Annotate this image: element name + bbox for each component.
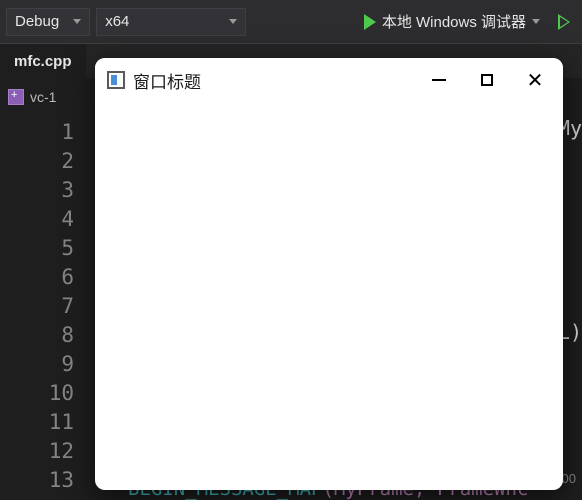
app-icon — [107, 71, 125, 89]
line-number: 2 — [0, 147, 74, 176]
tab-label: mfc.cpp — [14, 53, 72, 70]
line-number-gutter: 1 2 3 4 5 6 7 8 9 10 11 12 13 — [0, 116, 88, 500]
platform-label: x64 — [105, 13, 129, 30]
line-number: 1 — [0, 118, 74, 147]
start-without-debug-button[interactable] — [552, 10, 576, 34]
minimize-icon — [432, 79, 446, 81]
chevron-down-icon — [73, 19, 81, 24]
line-number: 11 — [0, 408, 74, 437]
play-outline-icon — [558, 14, 570, 30]
maximize-button[interactable] — [463, 58, 511, 102]
line-number: 9 — [0, 350, 74, 379]
line-number: 8 — [0, 321, 74, 350]
titlebar[interactable]: 窗口标题 ✕ — [95, 58, 563, 102]
config-dropdown[interactable]: Debug — [6, 8, 90, 36]
start-debugger-button[interactable]: 本地 Windows 调试器 — [358, 7, 546, 36]
config-label: Debug — [15, 13, 59, 30]
toolbar: Debug x64 本地 Windows 调试器 — [0, 0, 582, 44]
play-icon — [364, 14, 376, 30]
minimize-button[interactable] — [415, 58, 463, 102]
close-icon: ✕ — [527, 68, 544, 93]
breadcrumb-project: vc-1 — [30, 89, 56, 105]
project-icon — [8, 89, 24, 105]
debugger-label: 本地 Windows 调试器 — [382, 11, 526, 32]
maximize-icon — [481, 74, 493, 86]
line-number: 7 — [0, 292, 74, 321]
platform-dropdown[interactable]: x64 — [96, 8, 246, 36]
line-number: 12 — [0, 437, 74, 466]
line-number: 6 — [0, 263, 74, 292]
line-number: 10 — [0, 379, 74, 408]
app-window[interactable]: 窗口标题 ✕ — [95, 58, 563, 490]
line-number: 4 — [0, 205, 74, 234]
chevron-down-icon — [229, 19, 237, 24]
tab-active[interactable]: mfc.cpp — [0, 44, 87, 78]
line-number: 3 — [0, 176, 74, 205]
line-number: 5 — [0, 234, 74, 263]
chevron-down-icon — [532, 19, 540, 24]
window-title: 窗口标题 — [133, 68, 415, 93]
line-number: 13 — [0, 466, 74, 495]
close-button[interactable]: ✕ — [511, 58, 559, 102]
